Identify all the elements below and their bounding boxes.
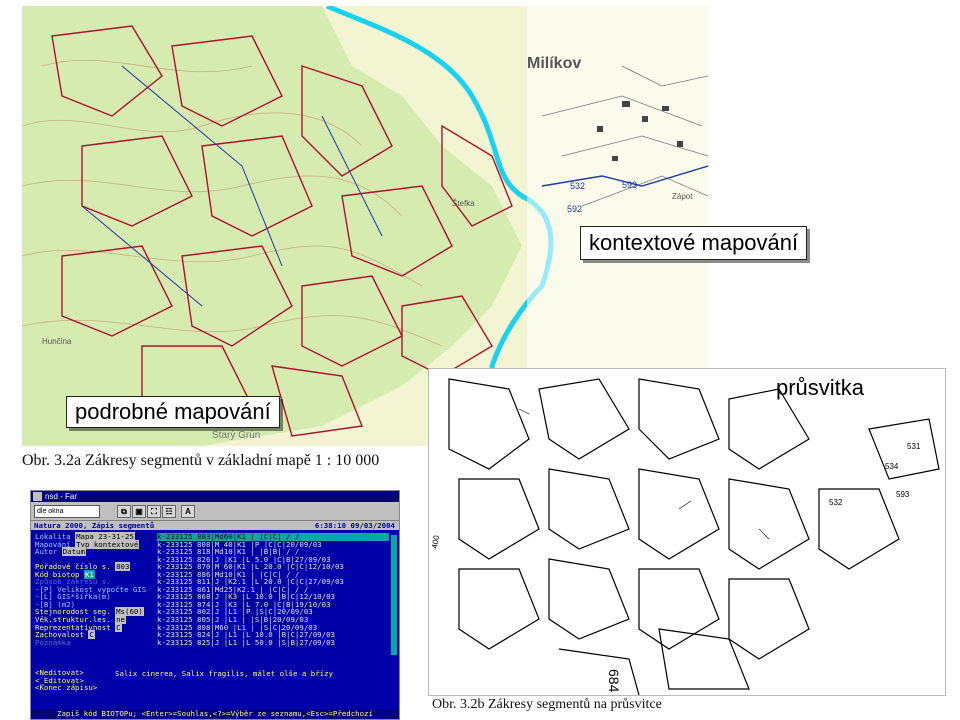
tracing-label: 684 [606, 669, 622, 693]
window-titlebar[interactable]: nsd - Far [31, 491, 399, 502]
field-value[interactable]: Datum [61, 547, 86, 557]
toolbar: dle okna ⧉ ▣ ⛶ ☷ A [31, 502, 399, 521]
place-name-milikov: Milíkov [527, 55, 581, 72]
tracing-map-image: 400 684 532 593 531 534 [428, 368, 946, 696]
window-title: nsd - Far [45, 492, 78, 501]
tracing-label: 534 [885, 462, 899, 471]
callout-context-mapping: kontextové mapování [580, 226, 808, 260]
callout-detailed-mapping: podrobné mapování [66, 396, 280, 428]
app-module-title: Natura 2000, Zápis segmentů [34, 521, 155, 530]
figure-caption-a: Obr. 3.2a Zákresy segmentů v základní ma… [22, 452, 380, 469]
scrollbar[interactable] [391, 535, 397, 655]
dos-app-window: nsd - Far dle okna ⧉ ▣ ⛶ ☷ A Natura 2000… [30, 490, 400, 720]
paste-icon[interactable]: ▣ [132, 505, 146, 518]
note-text: Salix cinerea, Salix fragilis, málet olš… [115, 669, 334, 678]
form-fields: Lokalita Mapa 23-31-25 Mapování Typ konte… [35, 532, 157, 647]
tracing-label: 400 [430, 534, 441, 549]
form-field-row[interactable]: Poznámka [35, 637, 157, 647]
segment-number: 592 [567, 204, 582, 214]
place-label-zapot: Zápot [672, 192, 693, 201]
app-status-bar: Natura 2000, Zápis segmentů 6:38:10 09/0… [31, 521, 399, 530]
copy-icon[interactable]: ⧉ [117, 505, 131, 518]
segment-number: 532 [570, 181, 585, 191]
tracing-label: 531 [907, 442, 921, 451]
help-bar: Zapiš kód BIOTOPu; <Enter>=Souhlas,<?>=V… [31, 709, 399, 719]
place-label-stary-grun: Starý Grún [212, 430, 260, 441]
app-icon [33, 492, 42, 501]
field-label: Poznámka [35, 637, 71, 647]
field-value[interactable]: 803 [115, 562, 131, 572]
field-value[interactable]: C [88, 630, 95, 640]
view-mode-dropdown[interactable]: dle okna [34, 505, 100, 518]
segment-records-list: k-233125 803|Md60|K1 | |C|C| / / k-233125… [157, 533, 389, 646]
field-label: Autor [35, 547, 58, 557]
place-label-stefka: Štefka [452, 199, 475, 208]
clock-date: 6:38:10 09/03/2004 [314, 521, 395, 530]
form-field-row[interactable]: Autor Datum [35, 547, 157, 557]
tracing-label: 532 [829, 498, 843, 507]
record-row[interactable]: k-233125 825|J |L1 |L 50.0 |S|B|27/09/03 [157, 639, 389, 647]
tracing-label: 593 [896, 490, 910, 499]
field-value[interactable]: C [115, 622, 122, 632]
menu-item[interactable]: <Konec zápisu> [35, 684, 385, 692]
label-tracing-paper: průsvitka [776, 375, 865, 400]
properties-icon[interactable]: ☷ [162, 505, 176, 518]
place-label-huncina: Hunčina [42, 337, 72, 346]
tracing-drawing: 400 684 532 593 531 534 [430, 378, 940, 695]
font-button[interactable]: A [181, 505, 195, 518]
fullscreen-icon[interactable]: ⛶ [147, 505, 161, 518]
figure-caption-b: Obr. 3.2b Zákresy segmentů na průsvitce [432, 697, 662, 712]
segment-number: 593 [622, 180, 637, 190]
